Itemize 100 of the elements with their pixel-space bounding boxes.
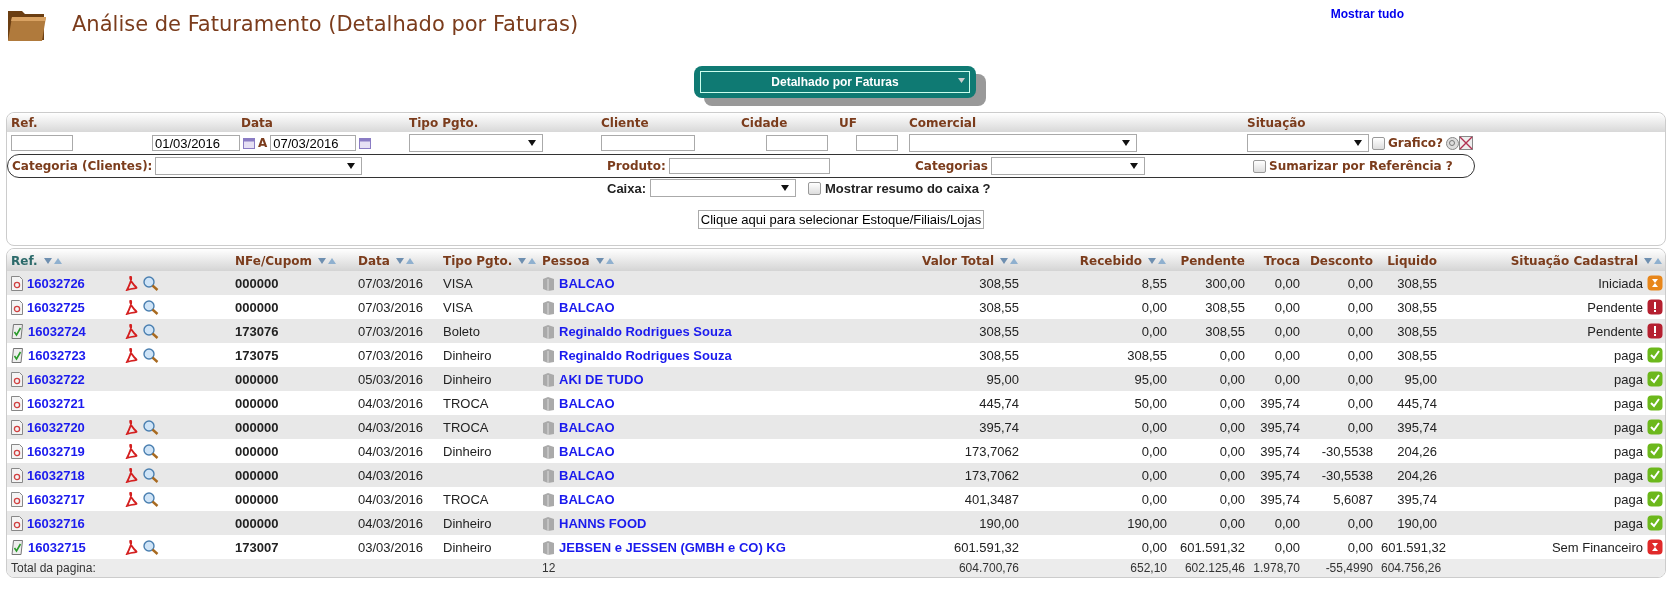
invoice-link[interactable]: 16032725	[27, 300, 85, 316]
pdf-icon[interactable]	[125, 348, 139, 364]
checkbox[interactable]	[1253, 159, 1266, 173]
table-cell: 04/03/2016	[358, 491, 424, 507]
checkbox[interactable]	[808, 181, 822, 195]
document-icon[interactable]	[11, 276, 23, 292]
state-field[interactable]	[856, 135, 898, 151]
search-icon[interactable]	[143, 444, 159, 460]
pdf-icon[interactable]	[125, 324, 139, 340]
document-icon[interactable]	[11, 300, 23, 316]
table-cell: 300,00	[1205, 275, 1245, 291]
sort-icon[interactable]	[316, 256, 337, 265]
sort-icon[interactable]	[42, 256, 63, 265]
pdf-icon[interactable]	[125, 444, 139, 460]
column-header[interactable]: NFe/Cupom	[235, 253, 312, 268]
sort-icon[interactable]	[517, 256, 538, 265]
sort-icon[interactable]	[594, 256, 615, 265]
document-icon[interactable]	[11, 372, 23, 388]
document-icon[interactable]	[11, 468, 23, 484]
invoice-link[interactable]: 16032721	[27, 396, 85, 412]
column-header[interactable]: Tipo Pgto.	[443, 253, 513, 268]
invoice-link[interactable]: 16032718	[27, 468, 85, 484]
customer-link[interactable]: HANNS FOOD	[559, 516, 647, 532]
pdf-icon[interactable]	[125, 300, 139, 316]
close-icon[interactable]	[1459, 136, 1474, 150]
invoice-link[interactable]: 16032722	[27, 372, 85, 388]
search-icon[interactable]	[143, 492, 159, 508]
search-icon[interactable]	[143, 468, 159, 484]
show-all-link[interactable]: Mostrar tudo	[1330, 7, 1404, 21]
column-header[interactable]: Ref.	[11, 253, 38, 268]
product-field[interactable]	[668, 158, 830, 174]
sort-icon[interactable]	[999, 256, 1019, 265]
signed-document-icon[interactable]	[11, 540, 24, 556]
date-to-field[interactable]: 07/03/2016	[270, 135, 357, 151]
categories-select[interactable]	[990, 157, 1145, 175]
calendar-icon[interactable]	[359, 137, 372, 149]
calendar-icon[interactable]	[243, 137, 255, 149]
client-field[interactable]	[601, 135, 695, 151]
customer-link[interactable]: BALCAO	[559, 444, 615, 460]
ref-field[interactable]	[11, 135, 73, 151]
column-header[interactable]: Valor Total	[922, 253, 994, 268]
payment-select[interactable]	[409, 134, 543, 152]
signed-document-icon[interactable]	[11, 348, 24, 364]
invoice-link[interactable]: 16032724	[28, 324, 86, 340]
invoice-link[interactable]: 16032715	[28, 540, 86, 556]
pdf-icon[interactable]	[125, 492, 139, 508]
customer-link[interactable]: BALCAO	[559, 300, 615, 316]
sort-icon[interactable]	[1147, 256, 1167, 265]
customer-link[interactable]: BALCAO	[559, 468, 615, 484]
pdf-icon[interactable]	[125, 540, 139, 556]
search-icon[interactable]	[143, 420, 159, 436]
customer-link[interactable]: Reginaldo Rodrigues Souza	[559, 348, 732, 364]
customer-link[interactable]: BALCAO	[559, 396, 615, 412]
customer-link[interactable]: BALCAO	[559, 420, 615, 436]
signed-document-icon[interactable]	[11, 324, 24, 340]
column-header[interactable]: Troca	[1263, 253, 1300, 268]
invoice-link[interactable]: 16032726	[27, 276, 85, 292]
customer-link[interactable]: AKI DE TUDO	[559, 372, 644, 388]
sort-icon[interactable]	[1643, 256, 1663, 265]
column-header[interactable]: Data	[358, 253, 390, 268]
category-select[interactable]	[155, 157, 363, 175]
document-icon[interactable]	[11, 516, 23, 532]
invoice-link[interactable]: 16032723	[28, 348, 86, 364]
search-icon[interactable]	[143, 348, 159, 364]
status-select[interactable]	[1247, 134, 1369, 152]
search-icon[interactable]	[143, 324, 159, 340]
pdf-icon[interactable]	[125, 420, 139, 436]
date-from-field[interactable]: 01/03/2016	[152, 135, 240, 151]
select-stores-button[interactable]: Clique aqui para selecionar Estoque/Filiais/Lojas	[697, 210, 985, 229]
column-header[interactable]: Recebido	[1079, 253, 1142, 268]
column-header[interactable]: Pendente	[1180, 253, 1245, 268]
column-header[interactable]: Situação Cadastral	[1510, 253, 1638, 268]
search-icon[interactable]	[143, 300, 159, 316]
column-header[interactable]: Liquido	[1387, 253, 1437, 268]
column-header[interactable]: Desconto	[1309, 253, 1373, 268]
invoice-link[interactable]: 16032717	[27, 492, 85, 508]
sort-icon[interactable]	[394, 256, 415, 265]
invoice-link[interactable]: 16032719	[27, 444, 85, 460]
customer-link[interactable]: BALCAO	[559, 276, 615, 292]
invoice-link[interactable]: 16032716	[27, 516, 85, 532]
search-icon[interactable]	[143, 540, 159, 556]
zoom-icon[interactable]	[1446, 136, 1460, 150]
checkbox[interactable]	[1372, 136, 1385, 150]
view-select[interactable]: Detalhado por Faturas	[700, 71, 970, 93]
cash-select[interactable]	[650, 179, 797, 197]
document-icon[interactable]	[11, 444, 23, 460]
customer-link[interactable]: JEBSEN e JESSEN (GMBH e CO) KG	[559, 540, 786, 556]
commercial-select[interactable]	[909, 134, 1137, 152]
customer-link[interactable]: Reginaldo Rodrigues Souza	[559, 324, 732, 340]
pdf-icon[interactable]	[125, 276, 139, 292]
document-icon[interactable]	[11, 492, 23, 508]
table-cell: 0,00	[1274, 515, 1300, 531]
invoice-link[interactable]: 16032720	[27, 420, 85, 436]
city-field[interactable]	[766, 135, 828, 151]
pdf-icon[interactable]	[125, 468, 139, 484]
document-icon[interactable]	[11, 396, 23, 412]
document-icon[interactable]	[11, 420, 23, 436]
customer-link[interactable]: BALCAO	[559, 492, 615, 508]
search-icon[interactable]	[143, 276, 159, 292]
column-header[interactable]: Pessoa	[542, 253, 590, 268]
